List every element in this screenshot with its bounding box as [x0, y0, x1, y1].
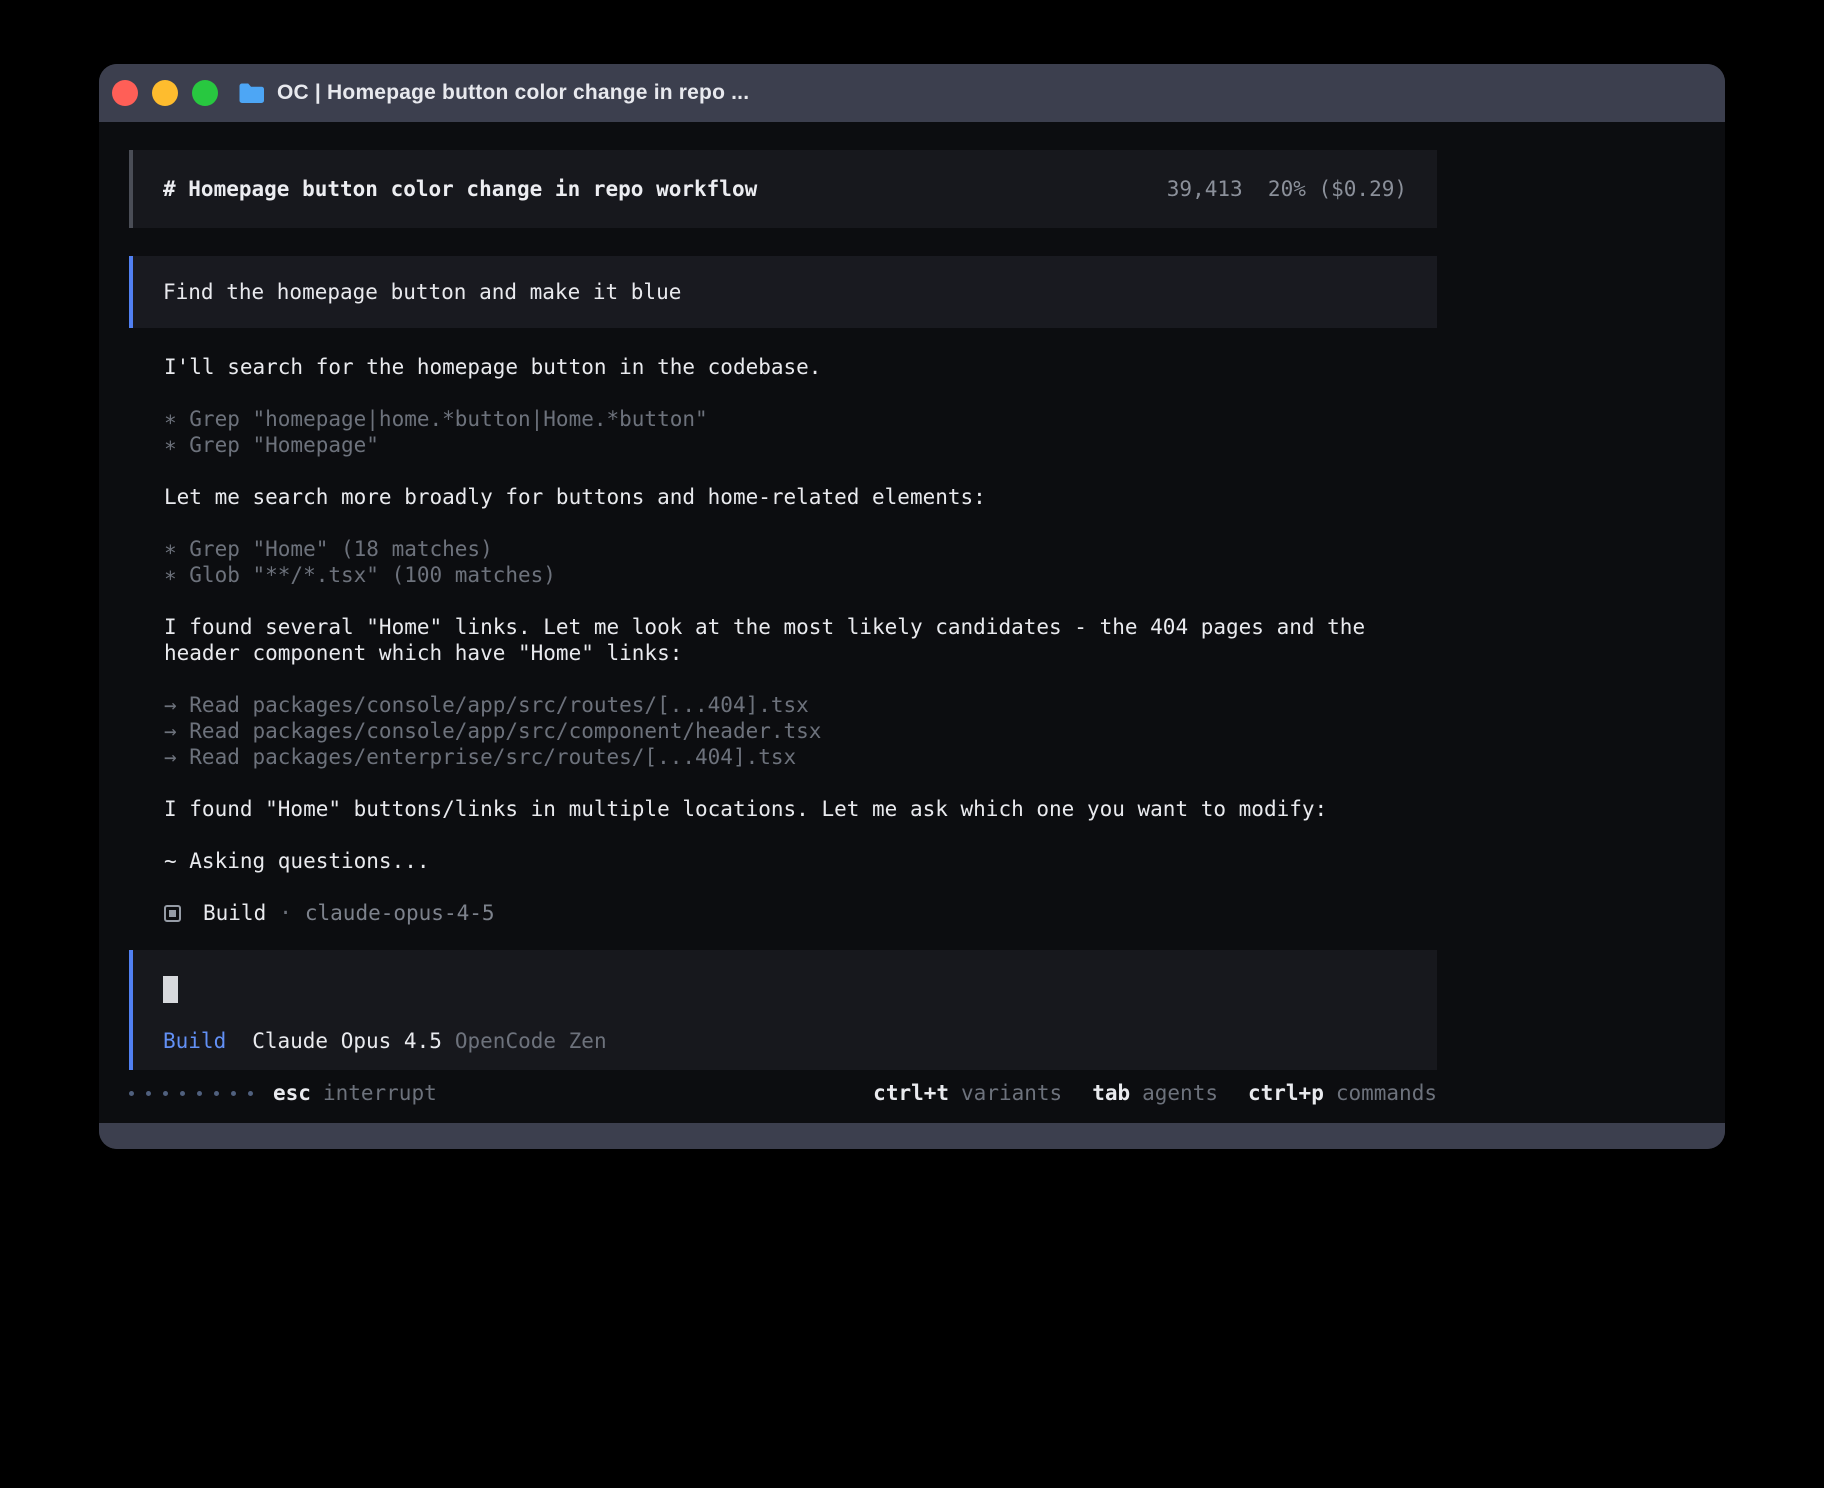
- folder-icon: [238, 82, 265, 104]
- session-header: # Homepage button color change in repo w…: [129, 150, 1437, 228]
- window-title: OC | Homepage button color change in rep…: [277, 81, 749, 105]
- agent-name: Build: [203, 900, 266, 926]
- window-titlebar[interactable]: OC | Homepage button color change in rep…: [99, 64, 1725, 122]
- status-bar-right: ctrl+t variants tab agents ctrl+p comman…: [873, 1080, 1437, 1106]
- window-bottom-edge: [99, 1123, 1725, 1149]
- tool-call-group: → Read packages/console/app/src/routes/[…: [129, 692, 1437, 770]
- tool-call: → Read packages/console/app/src/routes/[…: [164, 692, 1437, 718]
- assistant-paragraph: ~ Asking questions...: [129, 848, 1437, 874]
- tab-label: agents: [1142, 1080, 1218, 1106]
- tool-call: → Read packages/enterprise/src/routes/[.…: [164, 744, 1437, 770]
- assistant-text: I found several "Home" links. Let me loo…: [164, 614, 1437, 640]
- zoom-button[interactable]: [192, 80, 218, 106]
- user-message-text: Find the homepage button and make it blu…: [163, 280, 681, 304]
- assistant-text: header component which have "Home" links…: [164, 640, 1437, 666]
- user-message: Find the homepage button and make it blu…: [129, 256, 1437, 328]
- text-cursor: [163, 976, 178, 1003]
- separator-dot: ·: [279, 900, 292, 926]
- provider-label: OpenCode Zen: [455, 1028, 607, 1054]
- status-bar-left: esc interrupt: [129, 1080, 437, 1106]
- assistant-text: I'll search for the homepage button in t…: [164, 354, 1437, 380]
- esc-key-hint: esc: [273, 1080, 311, 1106]
- shortcut-hint-commands: ctrl+p commands: [1248, 1080, 1437, 1106]
- status-bar: esc interrupt ctrl+t variants tab agents…: [129, 1080, 1437, 1106]
- session-title: # Homepage button color change in repo w…: [163, 176, 757, 202]
- close-button[interactable]: [112, 80, 138, 106]
- assistant-paragraph: I'll search for the homepage button in t…: [129, 354, 1437, 380]
- session-stats: 39,413 20% ($0.29): [1167, 176, 1407, 202]
- assistant-text: Let me search more broadly for buttons a…: [164, 484, 1437, 510]
- ctrl-t-label: variants: [961, 1080, 1062, 1106]
- tool-call: ∗ Grep "Home" (18 matches): [164, 536, 1437, 562]
- tool-call-group: ∗ Grep "Home" (18 matches) ∗ Glob "**/*.…: [129, 536, 1437, 588]
- tab-key: tab: [1092, 1080, 1130, 1106]
- ctrl-p-key: ctrl+p: [1248, 1080, 1324, 1106]
- agent-icon: [164, 905, 181, 922]
- terminal-content: # Homepage button color change in repo w…: [99, 122, 1725, 1123]
- terminal-window: OC | Homepage button color change in rep…: [99, 64, 1725, 1149]
- tool-call: ∗ Glob "**/*.tsx" (100 matches): [164, 562, 1437, 588]
- assistant-text: I found "Home" buttons/links in multiple…: [164, 796, 1437, 822]
- ctrl-t-key: ctrl+t: [873, 1080, 949, 1106]
- session-content: # Homepage button color change in repo w…: [129, 150, 1437, 1106]
- window-controls: [112, 80, 218, 106]
- esc-key-label: interrupt: [323, 1080, 437, 1106]
- agent-mode-label: Build: [163, 1028, 226, 1054]
- minimize-button[interactable]: [152, 80, 178, 106]
- model-label: Claude Opus 4.5: [252, 1028, 442, 1054]
- ctrl-p-label: commands: [1336, 1080, 1437, 1106]
- assistant-text: ~ Asking questions...: [164, 848, 1437, 874]
- tool-call-group: ∗ Grep "homepage|home.*button|Home.*butt…: [129, 406, 1437, 458]
- agent-status-row: Build · claude-opus-4-5: [164, 900, 1437, 926]
- shortcut-hint-variants: ctrl+t variants: [873, 1080, 1062, 1106]
- prompt-input[interactable]: Build Claude Opus 4.5 OpenCode Zen: [129, 950, 1437, 1070]
- model-name: claude-opus-4-5: [305, 900, 495, 926]
- assistant-paragraph: I found several "Home" links. Let me loo…: [129, 614, 1437, 666]
- input-status-row: Build Claude Opus 4.5 OpenCode Zen: [163, 1028, 1407, 1054]
- assistant-paragraph: I found "Home" buttons/links in multiple…: [129, 796, 1437, 822]
- assistant-paragraph: Let me search more broadly for buttons a…: [129, 484, 1437, 510]
- tool-call: → Read packages/console/app/src/componen…: [164, 718, 1437, 744]
- spinner-dots: [129, 1091, 253, 1096]
- tool-call: ∗ Grep "homepage|home.*button|Home.*butt…: [164, 406, 1437, 432]
- tool-call: ∗ Grep "Homepage": [164, 432, 1437, 458]
- shortcut-hint-agents: tab agents: [1092, 1080, 1218, 1106]
